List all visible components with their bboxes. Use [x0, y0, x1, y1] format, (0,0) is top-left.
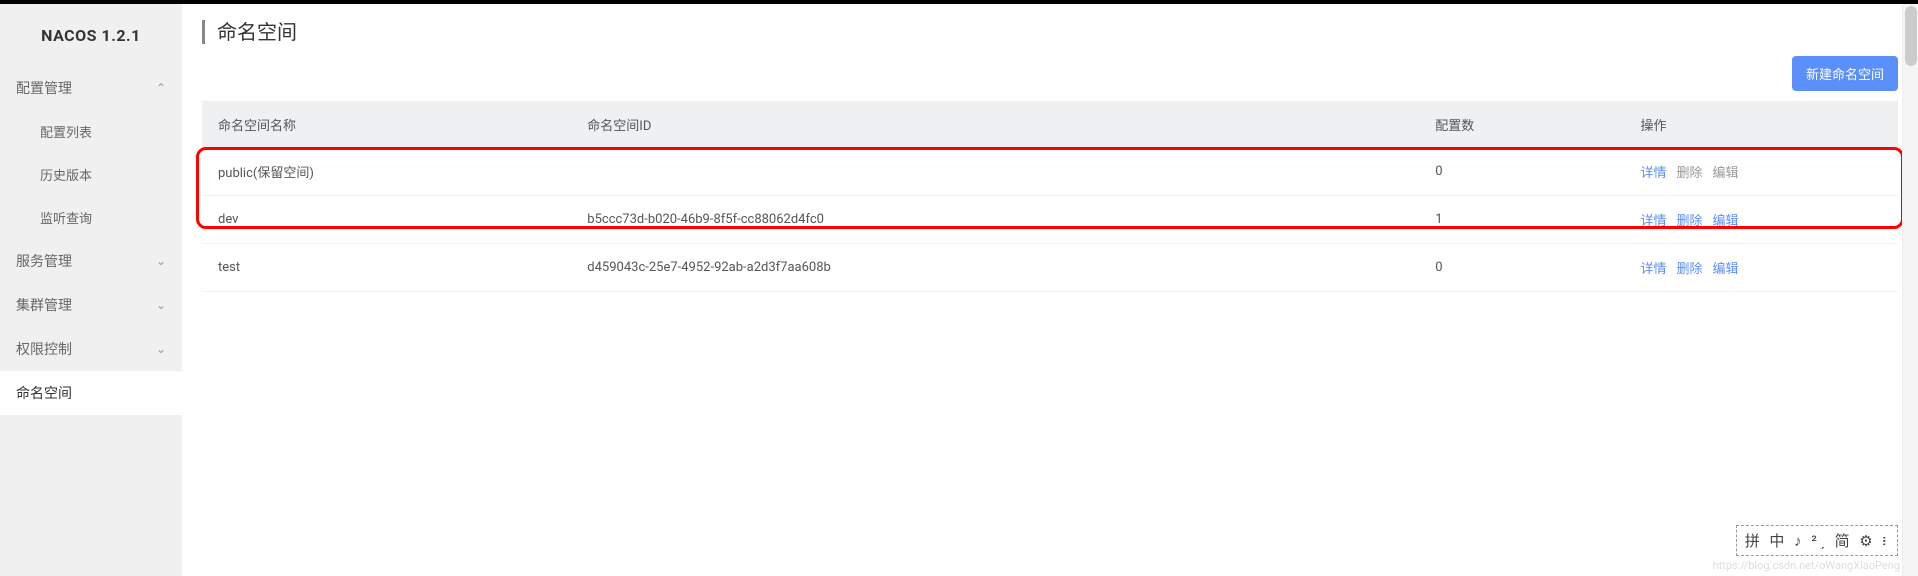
- action-detail[interactable]: 详情: [1640, 262, 1666, 277]
- action-edit[interactable]: 编辑: [1712, 214, 1738, 229]
- cell-id: b5ccc73d-b020-46b9-8f5f-cc88062d4fc0: [571, 196, 1419, 244]
- page-title-wrap: 命名空间: [182, 4, 1918, 56]
- th-name: 命名空间名称: [202, 101, 571, 148]
- table-body: public(保留空间)0详情删除编辑devb5ccc73d-b020-46b9…: [202, 148, 1898, 292]
- table-row: testd459043c-25e7-4952-92ab-a2d3f7aa608b…: [202, 244, 1898, 292]
- chevron-down-icon: ⌄: [156, 342, 166, 356]
- nav-label: 集群管理: [16, 295, 72, 315]
- watermark-text: https://blog.csdn.net/oWangXiaoPeng: [1713, 559, 1900, 572]
- nav-sub-config-list[interactable]: 配置列表: [0, 110, 182, 153]
- ime-status-bar[interactable]: 拼 中 ♪ ²ˏ 简 ⚙ ፧: [1736, 525, 1898, 556]
- cell-id: [571, 148, 1419, 196]
- cell-name: test: [202, 244, 571, 292]
- action-edit: 编辑: [1712, 166, 1738, 181]
- nav-item-cluster[interactable]: 集群管理 ⌄: [0, 283, 182, 327]
- vertical-scrollbar[interactable]: [1902, 4, 1918, 576]
- table-row: devb5ccc73d-b020-46b9-8f5f-cc88062d4fc01…: [202, 196, 1898, 244]
- cell-actions: 详情删除编辑: [1624, 244, 1898, 292]
- table-container: 命名空间名称 命名空间ID 配置数 操作 public(保留空间)0详情删除编辑…: [182, 101, 1918, 292]
- cell-id: d459043c-25e7-4952-92ab-a2d3f7aa608b: [571, 244, 1419, 292]
- chevron-up-icon: ⌃: [156, 81, 166, 95]
- nav-label: 权限控制: [16, 339, 72, 359]
- nav-label: 服务管理: [16, 251, 72, 271]
- chevron-down-icon: ⌄: [156, 254, 166, 268]
- create-namespace-button[interactable]: 新建命名空间: [1792, 56, 1898, 91]
- cell-count: 0: [1419, 244, 1624, 292]
- scrollbar-thumb[interactable]: [1905, 6, 1917, 66]
- cell-actions: 详情删除编辑: [1624, 148, 1898, 196]
- layout: NACOS 1.2.1 配置管理 ⌃ 配置列表 历史版本 监听查询 服务管理 ⌄…: [0, 4, 1918, 576]
- sidebar: NACOS 1.2.1 配置管理 ⌃ 配置列表 历史版本 监听查询 服务管理 ⌄…: [0, 4, 182, 576]
- nav: 配置管理 ⌃ 配置列表 历史版本 监听查询 服务管理 ⌄ 集群管理 ⌄ 权限控制…: [0, 66, 182, 576]
- nav-item-namespace[interactable]: 命名空间: [0, 371, 182, 415]
- action-detail[interactable]: 详情: [1640, 166, 1666, 181]
- cell-count: 1: [1419, 196, 1624, 244]
- brand-title: NACOS 1.2.1: [0, 4, 182, 66]
- table-header-row: 命名空间名称 命名空间ID 配置数 操作: [202, 101, 1898, 148]
- nav-item-auth[interactable]: 权限控制 ⌄: [0, 327, 182, 371]
- page-title: 命名空间: [202, 20, 1898, 44]
- namespace-table: 命名空间名称 命名空间ID 配置数 操作 public(保留空间)0详情删除编辑…: [202, 101, 1898, 292]
- action-detail[interactable]: 详情: [1640, 214, 1666, 229]
- nav-label: 命名空间: [16, 383, 72, 403]
- table-row: public(保留空间)0详情删除编辑: [202, 148, 1898, 196]
- nav-item-service[interactable]: 服务管理 ⌄: [0, 239, 182, 283]
- toolbar: 新建命名空间: [182, 56, 1918, 101]
- nav-sub-listener[interactable]: 监听查询: [0, 196, 182, 239]
- th-id: 命名空间ID: [571, 101, 1419, 148]
- nav-label: 配置管理: [16, 78, 72, 98]
- chevron-down-icon: ⌄: [156, 298, 166, 312]
- nav-sub-history[interactable]: 历史版本: [0, 153, 182, 196]
- cell-actions: 详情删除编辑: [1624, 196, 1898, 244]
- th-actions: 操作: [1624, 101, 1898, 148]
- action-delete: 删除: [1676, 166, 1702, 181]
- cell-name: dev: [202, 196, 571, 244]
- action-delete[interactable]: 删除: [1676, 262, 1702, 277]
- cell-count: 0: [1419, 148, 1624, 196]
- nav-item-config[interactable]: 配置管理 ⌃: [0, 66, 182, 110]
- action-delete[interactable]: 删除: [1676, 214, 1702, 229]
- action-edit[interactable]: 编辑: [1712, 262, 1738, 277]
- main-content: 命名空间 新建命名空间 命名空间名称 命名空间ID 配置数 操作 public(…: [182, 4, 1918, 576]
- cell-name: public(保留空间): [202, 148, 571, 196]
- th-count: 配置数: [1419, 101, 1624, 148]
